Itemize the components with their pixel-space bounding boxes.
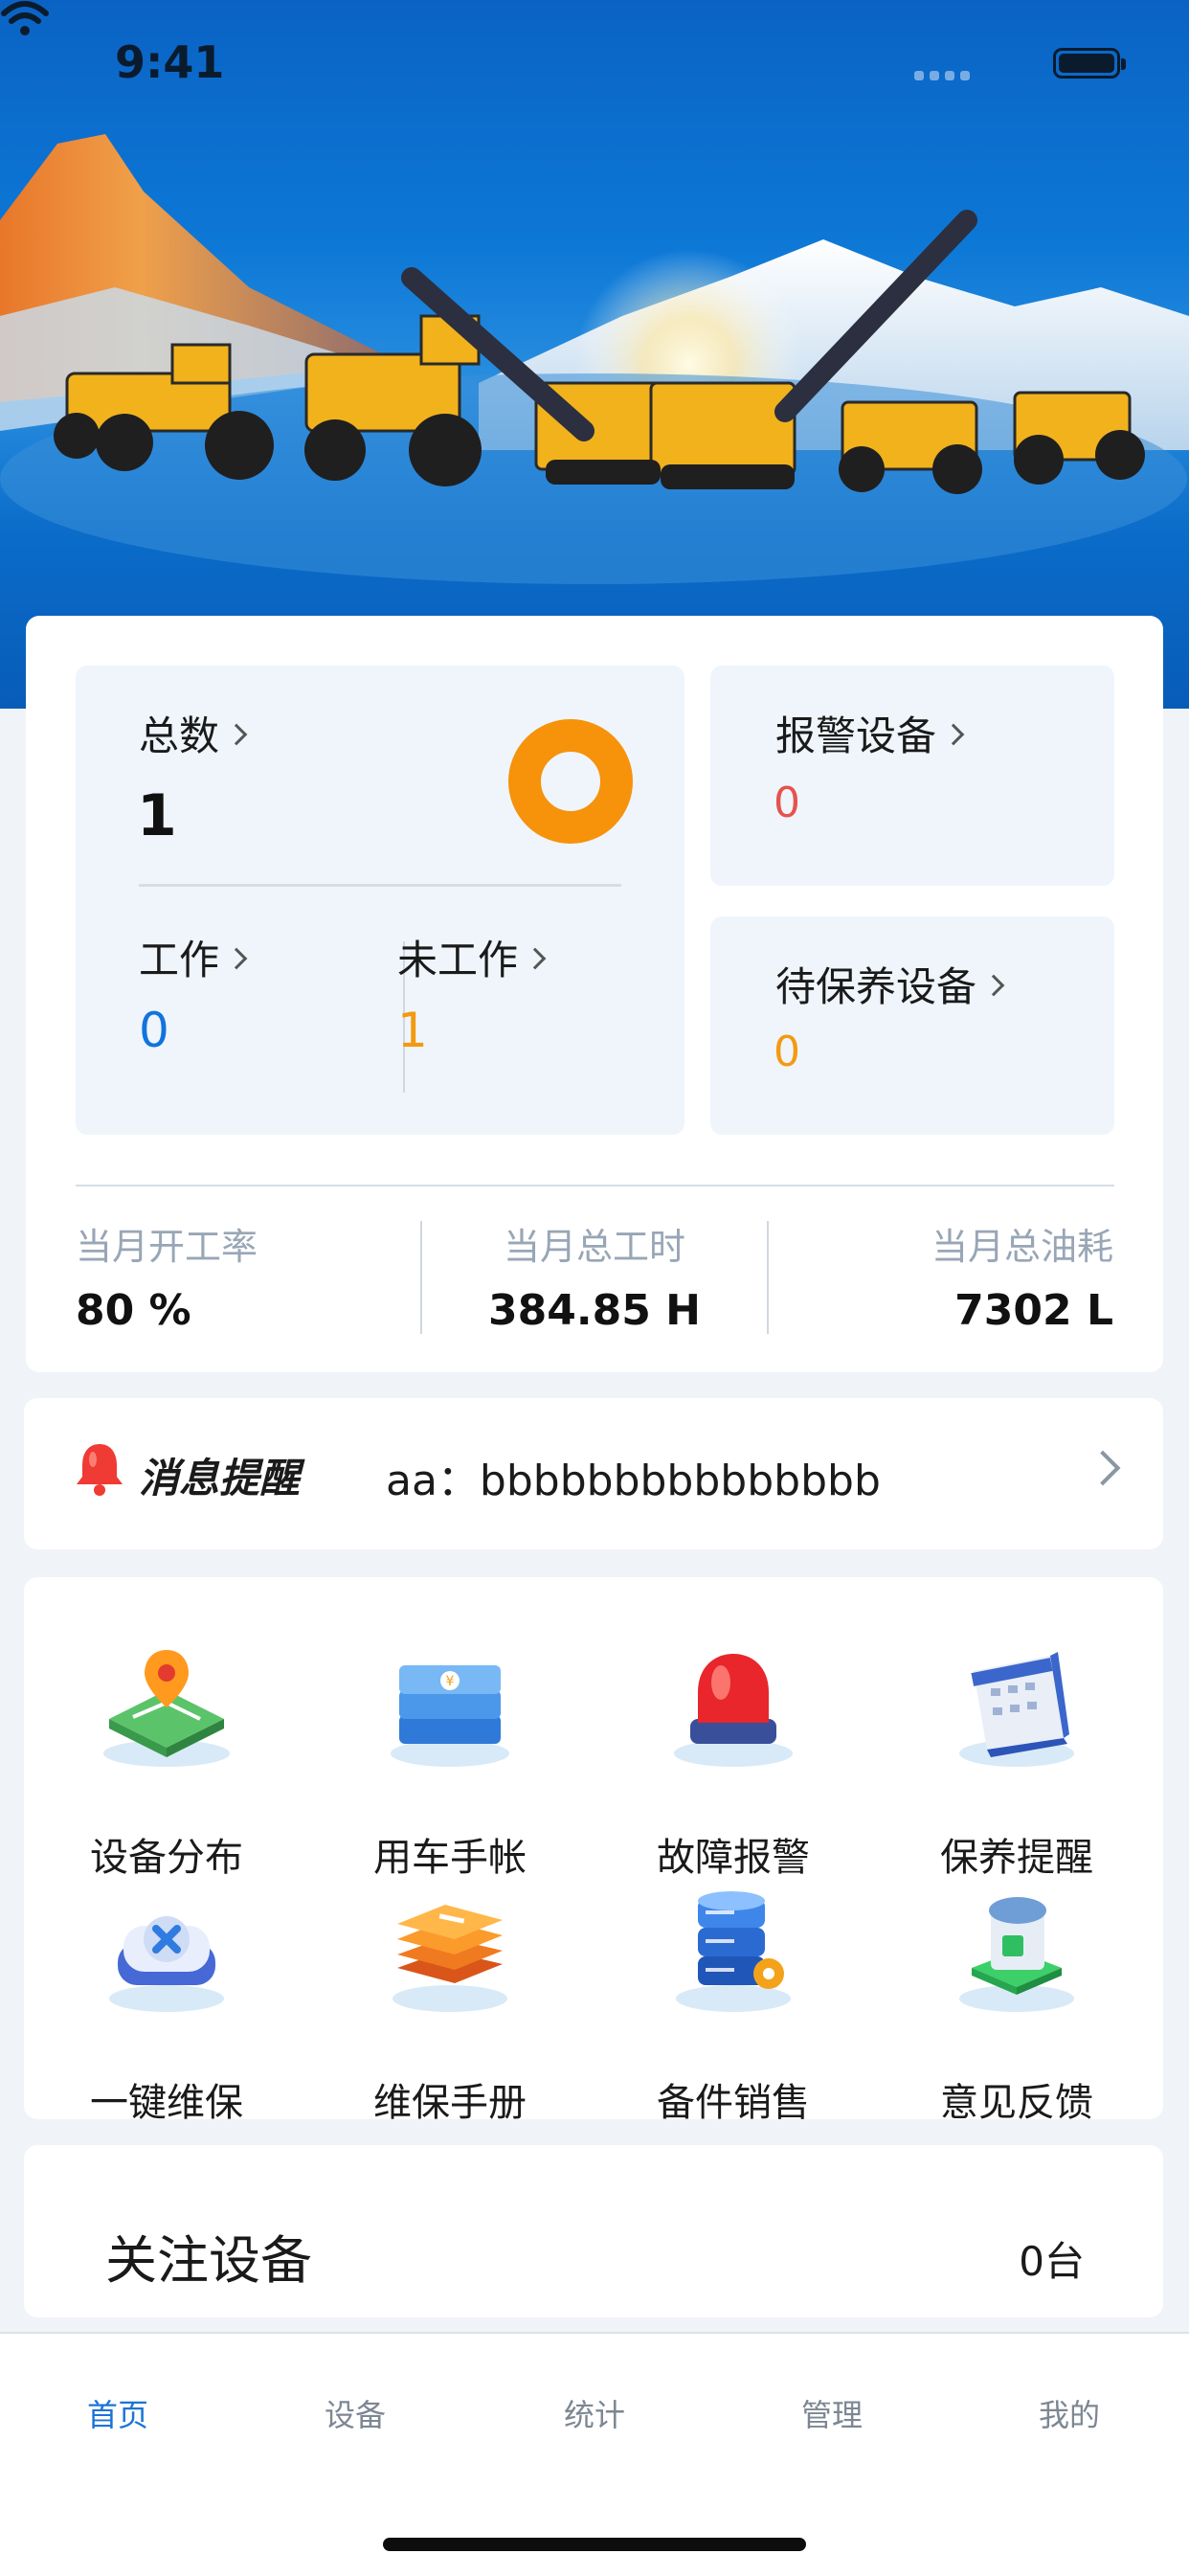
grid-item-label: 保养提醒 [940, 1836, 1093, 1880]
divider [76, 1185, 1114, 1186]
grid-item-label: 设备分布 [90, 1836, 243, 1880]
divider [139, 884, 621, 887]
working-value: 0 [139, 1003, 169, 1058]
cellular-signal-icon [914, 71, 970, 80]
idle-value: 1 [397, 1003, 428, 1058]
home-indicator[interactable] [383, 2538, 806, 2551]
grid-item-maintenance-reminder[interactable]: 保养提醒 [902, 1631, 1132, 1880]
tab-home[interactable]: 首页 [22, 2391, 213, 2435]
grid-item-vehicle-log[interactable]: ¥ 用车手帐 [335, 1631, 565, 1880]
chevron-right-icon [982, 974, 1005, 996]
status-bar: 9:41 [0, 0, 1189, 134]
notice-title: 消息提醒 [139, 1455, 301, 1502]
grid-item-label: 备件销售 [657, 2081, 810, 2125]
status-time: 9:41 [115, 36, 225, 88]
maintenance-link[interactable]: 待保养设备 [775, 955, 1005, 1013]
total-value: 1 [137, 782, 177, 849]
books-icon: ¥ [391, 1665, 509, 1767]
maintenance-value: 0 [774, 1028, 800, 1076]
chevron-right-icon [524, 947, 547, 969]
metric-value-hours: 384.85 H [488, 1286, 701, 1335]
grid-item-label: 意见反馈 [940, 2081, 1093, 2125]
feedback-icon [959, 1897, 1074, 2012]
tab-statistics[interactable]: 统计 [499, 2391, 690, 2435]
chevron-right-icon [942, 723, 965, 745]
grid-item-label: 用车手帐 [373, 1836, 527, 1880]
wifi-icon [1, 1, 49, 35]
total-label: 总数 [139, 712, 220, 759]
device-summary-panel: 总数 1 工作 0 未工作 1 [76, 666, 684, 1135]
bell-icon [77, 1444, 123, 1496]
followed-devices-count: 0台 [1019, 2238, 1085, 2285]
alarm-light-icon [674, 1654, 793, 1767]
grid-item-label: 维保手册 [373, 2081, 527, 2125]
chevron-right-icon [225, 723, 248, 745]
grid-item-label: 故障报警 [657, 1836, 810, 1880]
map-pin-icon [103, 1650, 230, 1767]
grid-item-fault-alarm[interactable]: 故障报警 [618, 1631, 848, 1880]
notice-text: aa：bbbbbbbbbbbbbbb [386, 1457, 881, 1505]
grid-item-quick-repair[interactable]: 一键维保 [52, 1876, 281, 2125]
divider [767, 1221, 769, 1334]
followed-devices-card[interactable]: 关注设备 0台 [24, 2145, 1163, 2317]
calendar-icon [959, 1652, 1074, 1767]
metric-value-utilization: 80 % [76, 1286, 191, 1335]
notice-bar[interactable]: 消息提醒 aa：bbbbbbbbbbbbbbb [24, 1398, 1163, 1549]
alarm-panel[interactable]: 报警设备 0 [710, 666, 1114, 886]
working-link[interactable]: 工作 [139, 928, 248, 986]
alarm-label: 报警设备 [775, 712, 937, 759]
grid-item-label: 一键维保 [90, 2081, 243, 2125]
maintenance-label: 待保养设备 [775, 963, 977, 1010]
manual-icon [393, 1905, 507, 2012]
battery-icon [1053, 48, 1126, 79]
idle-label: 未工作 [397, 937, 519, 983]
parts-server-icon [676, 1891, 791, 2012]
repair-button-icon [109, 1916, 224, 2012]
stats-card: 总数 1 工作 0 未工作 1 报警设备 0 待保养设备 0 当月开工率 80 … [26, 616, 1163, 1372]
alarm-value: 0 [774, 779, 800, 827]
tab-management[interactable]: 管理 [736, 2391, 928, 2435]
metric-label-hours: 当月总工时 [503, 1226, 685, 1268]
working-label: 工作 [139, 937, 220, 983]
donut-chart [508, 719, 633, 844]
chevron-right-icon [225, 947, 248, 969]
tab-profile[interactable]: 我的 [974, 2391, 1165, 2435]
total-link[interactable]: 总数 [139, 704, 248, 762]
hero-banner: 9:41 [0, 0, 1189, 709]
idle-link[interactable]: 未工作 [397, 928, 547, 986]
tab-devices[interactable]: 设备 [259, 2391, 451, 2435]
svg-text:¥: ¥ [446, 1674, 455, 1689]
metric-label-fuel: 当月总油耗 [931, 1226, 1113, 1268]
metric-label-utilization: 当月开工率 [76, 1226, 258, 1268]
alarm-link[interactable]: 报警设备 [775, 704, 965, 762]
grid-item-parts-sales[interactable]: 备件销售 [618, 1876, 848, 2125]
chevron-right-icon [1085, 1450, 1121, 1486]
function-grid: 设备分布 ¥ 用车手帐 故障报警 保养提醒 一键维保 维保手册 备件销售 意见反… [24, 1577, 1163, 2125]
grid-item-feedback[interactable]: 意见反馈 [902, 1876, 1132, 2125]
grid-item-maintenance-manual[interactable]: 维保手册 [335, 1876, 565, 2125]
grid-item-device-map[interactable]: 设备分布 [52, 1631, 281, 1880]
followed-devices-title: 关注设备 [105, 2230, 312, 2291]
maintenance-panel[interactable]: 待保养设备 0 [710, 916, 1114, 1135]
metric-value-fuel: 7302 L [954, 1286, 1113, 1335]
